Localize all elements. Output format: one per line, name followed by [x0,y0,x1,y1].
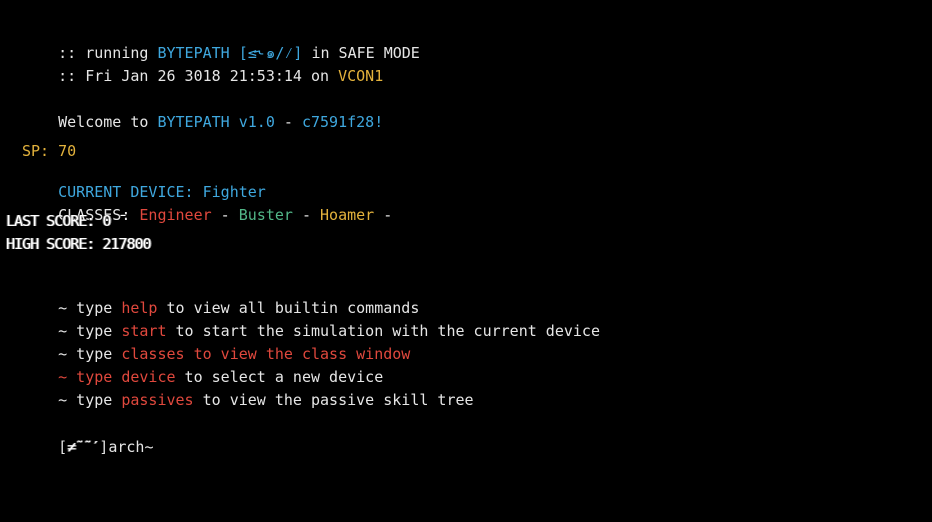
prompt-user: ≠˜˜′ [67,438,100,456]
class-sep-1: - [211,206,239,224]
prompt-cursor[interactable]: ~ [144,438,153,456]
welcome-line: Welcome to BYTEPATH v1.0 - c7591f28! [22,95,383,149]
last-score: LAST SCORE: 0 ¯ [6,212,127,230]
prompt-cwd: arch [108,438,145,456]
welcome-hash: c7591f28! [301,113,384,131]
prompt-open: [ [58,438,68,456]
console-name: VCON1 [338,67,384,85]
welcome-prefix: Welcome to [58,113,158,131]
welcome-dash: - [274,113,302,131]
boot-date: :: Fri Jan 26 3018 21:53:14 on [58,67,339,85]
class-buster: Buster [238,206,293,224]
welcome-game: BYTEPATH [157,113,230,131]
class-engineer: Engineer [139,206,212,224]
cmd-passives: passives [121,391,194,409]
command-prompt[interactable]: [≠˜˜′]arch~ [22,420,153,474]
class-trailing: - [374,206,393,224]
welcome-version: v1.0 [238,113,275,131]
class-hoamer: Hoamer [320,206,375,224]
class-sep-2: - [292,206,321,224]
help-line-passives: ~ type passives to view the passive skil… [22,373,474,427]
help-suffix: to view the passive skill tree [193,391,474,409]
terminal: :: running BYTEPATH [≤˞๑/⁄] in SAFE MODE… [0,0,932,522]
help-prefix: ~ type [58,391,122,409]
sp-line: SP: 70 [22,142,77,160]
prompt-close: ] [99,438,109,456]
high-score: HIGH SCORE: 217800 [6,235,152,253]
